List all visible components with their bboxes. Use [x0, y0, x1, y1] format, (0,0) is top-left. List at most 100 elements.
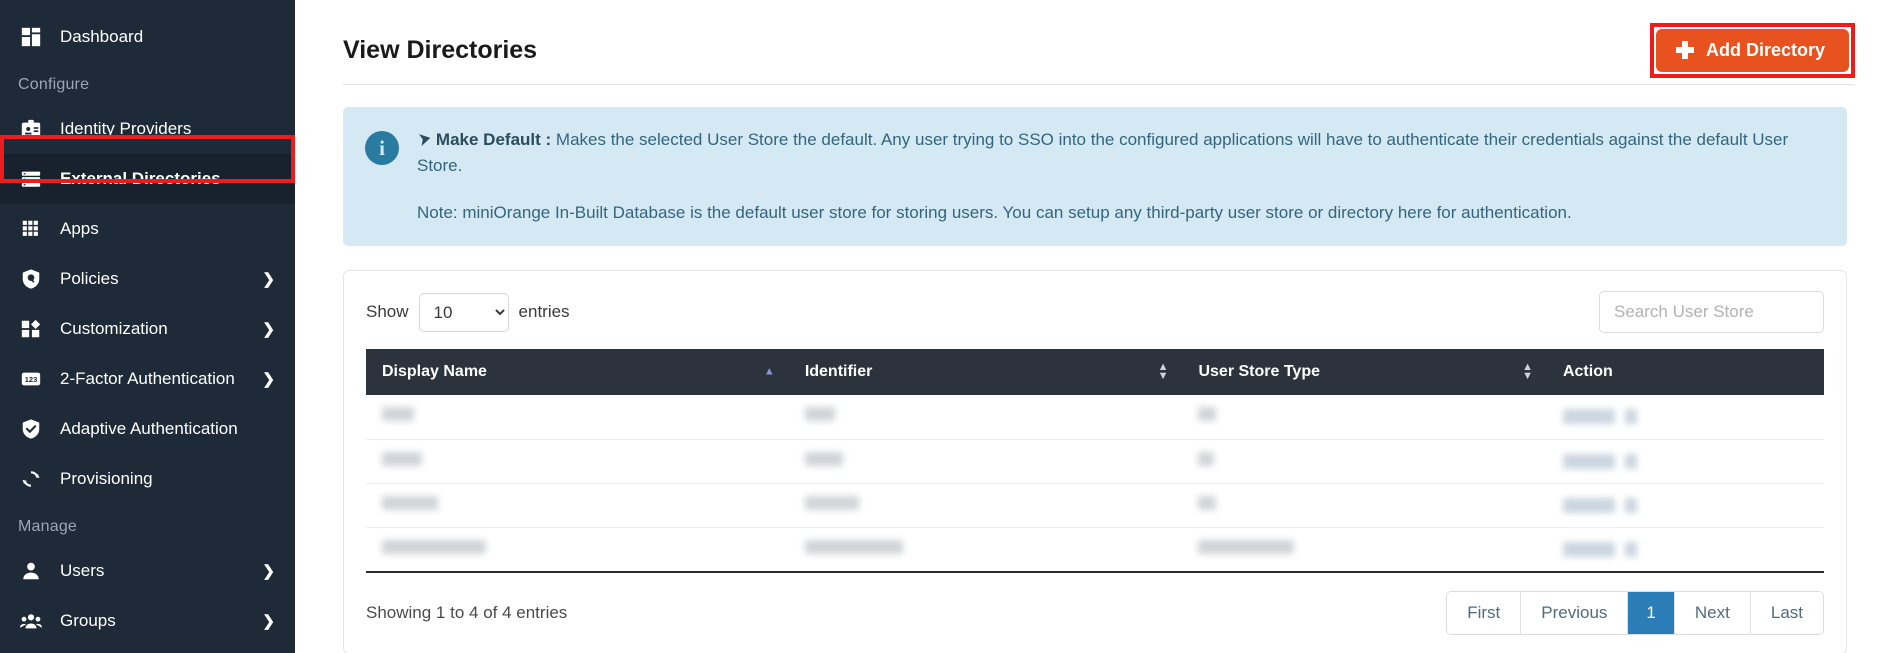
- sidebar-item-label: 2-Factor Authentication: [60, 369, 235, 388]
- column-header-display-name[interactable]: Display Name ▲: [366, 349, 789, 396]
- table-row: [366, 483, 1824, 528]
- table-head: Display Name ▲ Identifier ▲ ▼ User Store Type…: [366, 349, 1824, 396]
- row-action-group[interactable]: [1562, 453, 1808, 469]
- sidebar: Dashboard Configure Identity Providers Exte…: [0, 0, 295, 653]
- row-action-button[interactable]: [1562, 409, 1615, 425]
- pagination: First Previous 1 Next Last: [1446, 590, 1824, 635]
- sidebar-item-adaptive-authentication[interactable]: Adaptive Authentication: [0, 404, 295, 454]
- search-input[interactable]: [1599, 291, 1824, 334]
- sort-both-icon: ▲ ▼: [1157, 361, 1169, 383]
- sidebar-item-apps[interactable]: Apps: [0, 204, 295, 254]
- make-default-description: Makes the selected User Store the defaul…: [417, 130, 1789, 176]
- sidebar-item-users[interactable]: Users ❯: [0, 546, 295, 596]
- row-action-group[interactable]: [1562, 409, 1808, 425]
- row-action-menu-icon[interactable]: [1624, 409, 1637, 425]
- sidebar-item-label: Groups: [60, 611, 116, 630]
- sidebar-item-label: External Directories: [60, 169, 221, 188]
- info-alert-paragraph-2: Note: miniOrange In-Built Database is th…: [417, 202, 1572, 222]
- row-action-button[interactable]: [1562, 453, 1615, 469]
- sort-asc-icon: ▲: [763, 365, 775, 378]
- cell-identifier: [788, 395, 1183, 440]
- chevron-right-icon: ❯: [262, 321, 275, 338]
- pagination-previous[interactable]: Previous: [1521, 591, 1629, 634]
- column-header-user-store-type[interactable]: User Store Type ▲ ▼: [1182, 349, 1547, 396]
- make-default-label: Make Default :: [435, 130, 552, 149]
- table-footer: Showing 1 to 4 of 4 entries First Previou…: [366, 590, 1824, 635]
- main-content: View Directories Add Directory i ➤ Make D…: [295, 0, 1895, 653]
- add-directory-highlight: Add Directory: [1649, 22, 1855, 78]
- plus-icon: [1675, 41, 1694, 59]
- sidebar-section-configure: Configure: [18, 76, 90, 93]
- pagination-last[interactable]: Last: [1750, 591, 1823, 634]
- sidebar-section-manage: Manage: [18, 518, 78, 535]
- cell-user-store-type: [1182, 439, 1547, 484]
- cell-display-name: [366, 527, 789, 573]
- chevron-right-icon: ❯: [262, 271, 275, 288]
- column-header-label: Display Name: [382, 363, 487, 381]
- sidebar-item-label: Identity Providers: [60, 119, 192, 138]
- directories-table-card: Show 102550100 entries Display Name ▲ Iden…: [343, 270, 1847, 653]
- redacted-value: [382, 407, 414, 422]
- row-action-menu-icon[interactable]: [1624, 497, 1637, 513]
- app-root: Dashboard Configure Identity Providers Exte…: [0, 0, 1895, 653]
- sidebar-item-groups[interactable]: Groups ❯: [0, 596, 295, 646]
- customization-blocks-icon: [18, 316, 44, 342]
- cell-user-store-type: [1182, 395, 1547, 440]
- column-header-label: Identifier: [804, 363, 873, 381]
- cell-user-store-type: [1182, 483, 1547, 528]
- cell-identifier: [788, 483, 1183, 528]
- table-row: [366, 527, 1824, 573]
- column-header-identifier[interactable]: Identifier ▲ ▼: [788, 349, 1183, 396]
- info-alert-body: ➤ Make Default : Makes the selected User …: [417, 127, 1823, 226]
- redacted-value: [1198, 407, 1217, 422]
- pagination-page-1[interactable]: 1: [1628, 591, 1675, 634]
- cell-display-name: [366, 483, 789, 528]
- redacted-value: [804, 407, 835, 422]
- page-length-control: Show 102550100 entries: [366, 292, 570, 332]
- sidebar-item-label: Adaptive Authentication: [60, 419, 238, 438]
- sidebar-item-provisioning[interactable]: Provisioning: [0, 454, 295, 504]
- cursor-arrow-icon: ➤: [416, 127, 434, 152]
- table-controls: Show 102550100 entries: [366, 291, 1824, 334]
- sidebar-item-policies[interactable]: Policies ❯: [0, 254, 295, 304]
- id-badge-icon: [18, 116, 44, 142]
- directories-table: Display Name ▲ Identifier ▲ ▼ User Store Type…: [366, 349, 1824, 573]
- page-length-select[interactable]: 102550100: [418, 292, 509, 332]
- add-directory-label: Add Directory: [1705, 39, 1825, 60]
- cell-action: [1546, 439, 1824, 484]
- svg-text:123: 123: [25, 375, 38, 384]
- cell-action: [1546, 527, 1824, 573]
- cell-display-name: [366, 439, 789, 484]
- chevron-right-icon: ❯: [262, 371, 275, 388]
- sort-both-icon: ▲ ▼: [1522, 361, 1533, 383]
- pagination-next[interactable]: Next: [1674, 591, 1751, 634]
- sidebar-item-2-factor-authentication[interactable]: 123 2-Factor Authentication ❯: [0, 354, 295, 404]
- shield-check-icon: [18, 416, 44, 442]
- cell-action: [1546, 483, 1824, 528]
- sidebar-item-external-directories[interactable]: External Directories: [0, 154, 295, 204]
- row-action-group[interactable]: [1562, 541, 1808, 557]
- add-directory-button[interactable]: Add Directory: [1655, 28, 1849, 72]
- sidebar-item-identity-providers[interactable]: Identity Providers: [0, 104, 295, 154]
- entries-label: entries: [518, 302, 570, 322]
- numeric-123-icon: 123: [18, 366, 44, 392]
- info-alert-paragraph-1: ➤ Make Default : Makes the selected User …: [417, 127, 1823, 180]
- user-icon: [18, 558, 44, 584]
- grid-apps-icon: [18, 216, 44, 242]
- sidebar-item-customization[interactable]: Customization ❯: [0, 304, 295, 354]
- cell-display-name: [366, 395, 789, 440]
- sidebar-item-label: Dashboard: [60, 27, 144, 46]
- sidebar-item-label: Policies: [60, 269, 119, 288]
- sidebar-item-dashboard[interactable]: Dashboard: [0, 12, 295, 62]
- row-action-button[interactable]: [1562, 497, 1615, 513]
- row-action-button[interactable]: [1562, 541, 1615, 557]
- row-action-menu-icon[interactable]: [1624, 453, 1637, 469]
- pagination-first[interactable]: First: [1447, 591, 1522, 634]
- redacted-value: [1198, 539, 1295, 554]
- redacted-value: [804, 495, 859, 510]
- row-action-menu-icon[interactable]: [1624, 541, 1637, 557]
- row-action-group[interactable]: [1562, 497, 1808, 513]
- sidebar-item-label: Users: [60, 561, 105, 580]
- column-header-label: Action: [1562, 363, 1613, 381]
- show-label: Show: [366, 302, 409, 322]
